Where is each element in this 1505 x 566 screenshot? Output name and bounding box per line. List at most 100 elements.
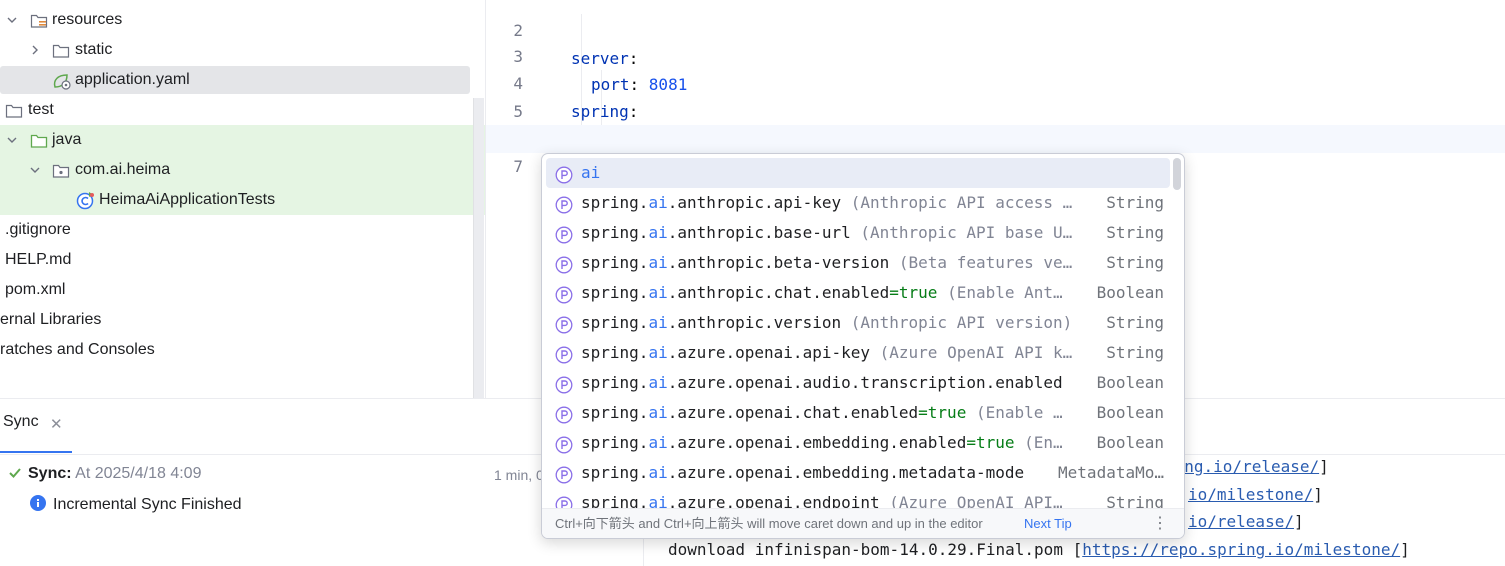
completion-suffix: .anthropic.chat.enabled: [667, 283, 890, 302]
tree-item-label: ernal Libraries: [0, 311, 102, 328]
completion-suffix: .anthropic.version: [667, 313, 842, 332]
completion-type: Boolean: [1096, 403, 1164, 422]
completion-match: ai: [648, 193, 668, 212]
sync-status-row[interactable]: Sync: At 2025/4/18 4:09: [8, 465, 201, 485]
completion-desc: (Beta features ve…: [889, 253, 1073, 272]
completion-desc: (Anthropic API access …: [841, 193, 1073, 212]
tree-item-label: java: [52, 131, 82, 148]
tree-item-external-libraries[interactable]: ernal Libraries: [0, 305, 485, 335]
active-tab-underline: [0, 451, 72, 453]
completion-item-name: spring.ai.azure.openai.endpoint (Azure O…: [581, 488, 1063, 508]
completion-match: ai: [648, 373, 668, 392]
console-link[interactable]: https://repo.spring.io/milestone/: [1082, 540, 1400, 559]
completion-item[interactable]: spring.ai.anthropic.version (Anthropic A…: [546, 308, 1170, 338]
completion-prefix: spring.: [581, 373, 649, 392]
completion-suffix: .anthropic.base-url: [667, 223, 851, 242]
completion-suffix: .azure.openai.chat.enabled: [667, 403, 919, 422]
close-icon[interactable]: ✕: [50, 415, 63, 433]
tree-item-gitignore[interactable]: .gitignore: [0, 215, 485, 245]
tree-item-label: .gitignore: [5, 221, 71, 238]
chevron-down-icon[interactable]: [5, 125, 19, 155]
tree-item-label: pom.xml: [5, 281, 66, 298]
property-icon: [555, 494, 573, 508]
tree-item-help-md[interactable]: HELP.md: [0, 245, 485, 275]
next-tip-link[interactable]: Next Tip: [1024, 509, 1072, 538]
completion-default: =true: [966, 433, 1015, 452]
info-icon: [30, 495, 48, 516]
tab-sync[interactable]: Sync: [3, 413, 39, 431]
completion-match: ai: [648, 223, 668, 242]
tree-item-label: com.ai.heima: [75, 161, 171, 178]
console-link[interactable]: ring.io/release/: [1165, 457, 1319, 476]
completion-item[interactable]: spring.ai.azure.openai.audio.transcripti…: [546, 368, 1170, 398]
completion-desc: (Anthropic API version): [841, 313, 1073, 332]
tree-item-static[interactable]: static: [0, 35, 485, 65]
tree-item-application-yaml[interactable]: application.yaml: [0, 65, 485, 95]
completion-item[interactable]: spring.ai.anthropic.base-url (Anthropic …: [546, 218, 1170, 248]
completion-item-name: spring.ai.anthropic.api-key (Anthropic A…: [581, 188, 1072, 218]
completion-item[interactable]: spring.ai.azure.openai.api-key (Azure Op…: [546, 338, 1170, 368]
tree-item-java[interactable]: java: [0, 125, 485, 155]
sync-duration: 1 min, 0: [494, 467, 544, 483]
completion-prefix: spring.: [581, 343, 649, 362]
tree-item-com-ai-heima[interactable]: com.ai.heima: [0, 155, 485, 185]
completion-default: =true: [918, 403, 967, 422]
completion-item[interactable]: spring.ai.azure.openai.embedding.enabled…: [546, 428, 1170, 458]
completion-suffix: .azure.openai.embedding.metadata-mode: [667, 463, 1025, 482]
console-line: download infinispan-bom-14.0.29.Final.po…: [668, 540, 1410, 559]
completion-prefix: spring.: [581, 253, 649, 272]
test-class-icon: [76, 191, 94, 210]
property-icon: [555, 254, 573, 274]
more-options-icon[interactable]: ⋮: [1152, 509, 1168, 538]
completion-footer: Ctrl+向下箭头 and Ctrl+向上箭头 will move caret …: [542, 508, 1184, 538]
completion-item-name: spring.ai.anthropic.beta-version (Beta f…: [581, 248, 1072, 278]
completion-desc: (Enable Ant…: [937, 283, 1063, 302]
completion-type: String: [1106, 313, 1164, 332]
tree-item-label: resources: [52, 11, 123, 28]
tree-scrollbar[interactable]: [473, 98, 484, 398]
completion-item[interactable]: spring.ai.azure.openai.chat.enabled=true…: [546, 398, 1170, 428]
completion-item[interactable]: spring.ai.anthropic.beta-version (Beta f…: [546, 248, 1170, 278]
completion-item[interactable]: spring.ai.azure.openai.endpoint (Azure O…: [546, 488, 1170, 508]
sync-message-row[interactable]: Incremental Sync Finished: [30, 495, 242, 516]
tree-item-heimaaiapplicationtests[interactable]: HeimaAiApplicationTests: [0, 185, 485, 215]
completion-prefix: spring.: [581, 403, 649, 422]
tree-item-resources[interactable]: resources: [0, 5, 485, 35]
completion-desc: (Enable …: [966, 403, 1063, 422]
completion-desc: (En…: [1014, 433, 1063, 452]
folder-icon: [5, 101, 23, 119]
completion-item-name: spring.ai.anthropic.base-url (Anthropic …: [581, 218, 1072, 248]
completion-popup: ai spring.ai.anthropic.api-key (Anthropic…: [541, 153, 1185, 539]
chevron-right-icon[interactable]: [28, 35, 42, 65]
property-icon: [555, 404, 573, 424]
completion-item[interactable]: ai: [546, 158, 1170, 188]
tree-item-label: static: [75, 41, 113, 58]
completion-suffix: .anthropic.beta-version: [667, 253, 890, 272]
property-icon: [555, 314, 573, 334]
completion-item-name: spring.ai.azure.openai.embedding.metadat…: [581, 458, 1024, 488]
completion-match: ai: [581, 163, 601, 182]
completion-item[interactable]: spring.ai.azure.openai.embedding.metadat…: [546, 458, 1170, 488]
completion-prefix: spring.: [581, 463, 649, 482]
tree-item-label: HeimaAiApplicationTests: [99, 191, 276, 208]
completion-scrollbar[interactable]: [1173, 158, 1181, 190]
completion-prefix: spring.: [581, 283, 649, 302]
tree-item-scratches-and-consoles[interactable]: ratches and Consoles: [0, 335, 485, 365]
chevron-down-icon[interactable]: [5, 5, 19, 35]
current-line: 7 ai: [486, 125, 1505, 204]
tree-item-test[interactable]: test: [0, 95, 485, 125]
sync-title: Sync:: [28, 465, 72, 482]
property-icon: [555, 374, 573, 394]
tree-item-pom-xml[interactable]: pom.xml: [0, 275, 485, 305]
chevron-down-icon[interactable]: [28, 155, 42, 185]
completion-match: ai: [648, 403, 668, 422]
property-icon: [555, 434, 573, 454]
console-link[interactable]: io/milestone/: [1188, 485, 1313, 504]
line-number: 7: [513, 157, 523, 176]
completion-item-name: spring.ai.anthropic.chat.enabled=true (E…: [581, 278, 1063, 308]
completion-match: ai: [648, 283, 668, 302]
completion-item[interactable]: spring.ai.anthropic.chat.enabled=true (E…: [546, 278, 1170, 308]
console-link[interactable]: io/release/: [1188, 512, 1294, 531]
completion-match: ai: [648, 253, 668, 272]
completion-item[interactable]: spring.ai.anthropic.api-key (Anthropic A…: [546, 188, 1170, 218]
